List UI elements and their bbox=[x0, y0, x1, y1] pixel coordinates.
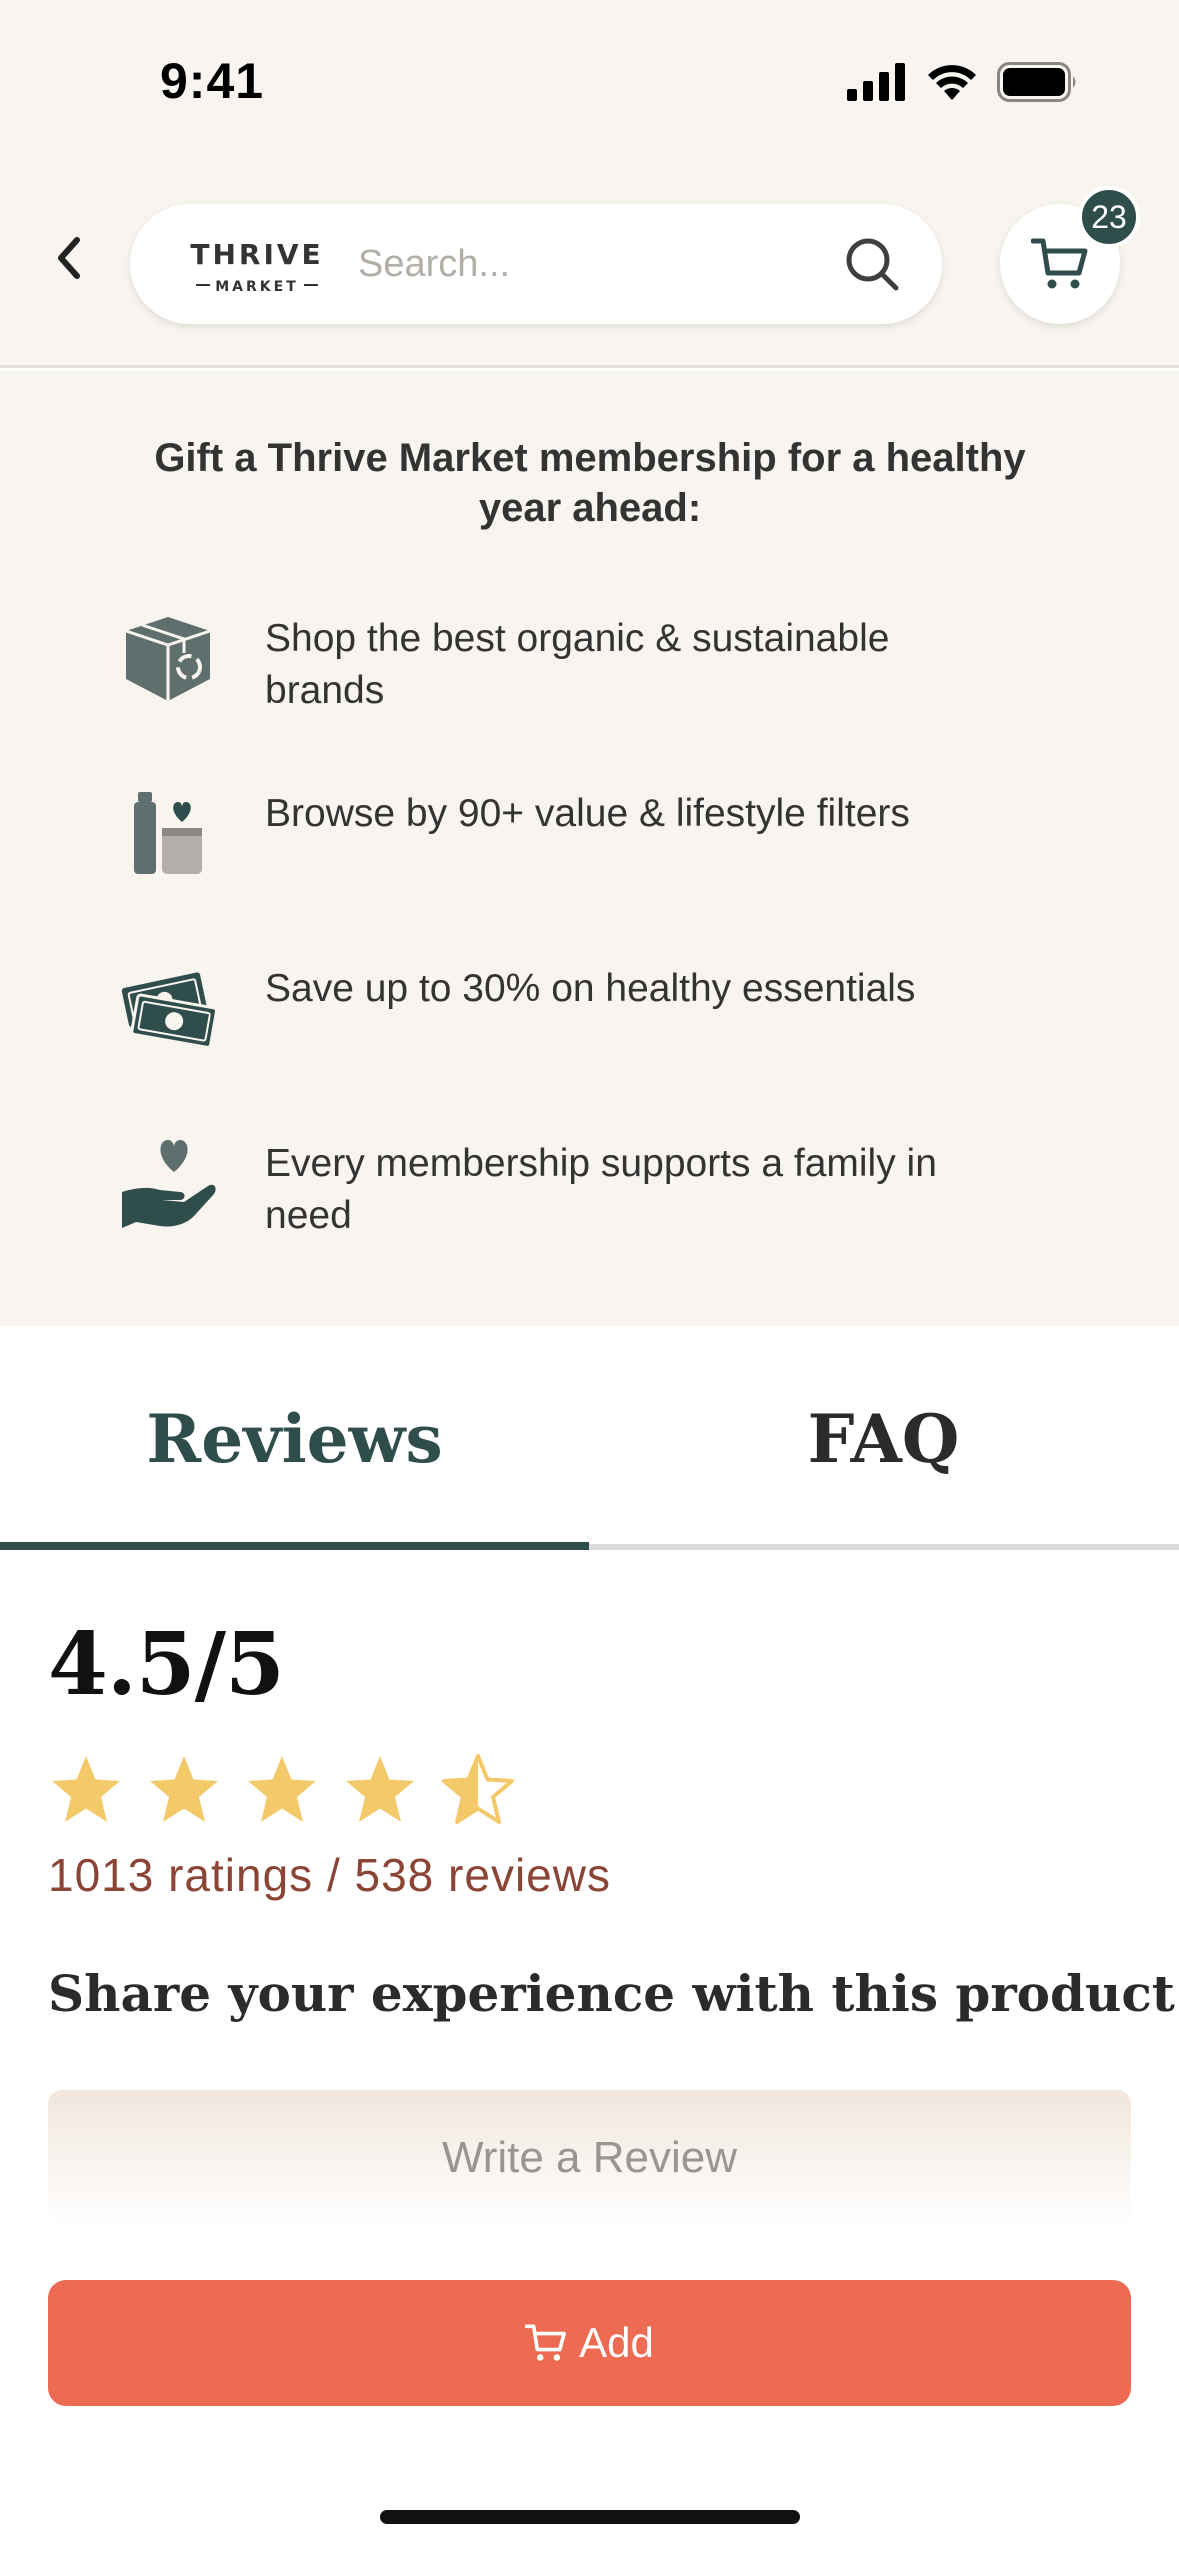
cart-count-badge: 23 bbox=[1078, 186, 1140, 248]
search-icon[interactable] bbox=[842, 234, 902, 294]
active-tab-indicator bbox=[0, 1542, 589, 1550]
money-icon bbox=[121, 972, 218, 1049]
gift-title: Gift a Thrive Market membership for a he… bbox=[154, 436, 1026, 530]
status-bar: 9:41 bbox=[0, 0, 1179, 150]
share-experience-heading: Share your experience with this product bbox=[48, 1964, 1175, 2023]
signal-icon bbox=[847, 63, 905, 101]
search-input[interactable] bbox=[358, 234, 798, 294]
status-time: 9:41 bbox=[160, 53, 265, 109]
chevron-left-icon bbox=[58, 237, 80, 279]
benefit-text: Browse by 90+ value & lifestyle filters bbox=[265, 792, 910, 835]
star-half-icon bbox=[442, 1754, 514, 1824]
filters-icon bbox=[134, 792, 202, 874]
benefit-text: Every membership supports a family in ne… bbox=[265, 1142, 937, 1237]
star-full-icon bbox=[248, 1756, 316, 1822]
heart-hand-icon bbox=[122, 1140, 216, 1228]
benefit-text: Shop the best organic & sustainable bran… bbox=[265, 617, 890, 712]
benefit-item: Save up to 30% on healthy essentials bbox=[118, 957, 1018, 1077]
rating-score: 4.5/5 bbox=[48, 1614, 285, 1715]
box-icon bbox=[125, 617, 211, 701]
rating-counts[interactable]: 1013 ratings / 538 reviews bbox=[48, 1848, 611, 1902]
tab-bar: Reviews FAQ bbox=[0, 1326, 1179, 1552]
wifi-icon bbox=[928, 65, 976, 100]
benefit-item: Every membership supports a family in ne… bbox=[118, 1132, 1018, 1252]
star-full-icon bbox=[52, 1756, 120, 1822]
star-rating bbox=[48, 1752, 516, 1828]
star-full-icon bbox=[346, 1756, 414, 1822]
logo-wordmark: THRIVE bbox=[190, 238, 323, 271]
cart-icon bbox=[1031, 238, 1088, 289]
battery-icon bbox=[997, 62, 1076, 102]
tab-reviews[interactable]: Reviews bbox=[0, 1326, 589, 1552]
benefit-text: Save up to 30% on healthy essentials bbox=[265, 967, 916, 1010]
write-review-button[interactable]: Write a Review bbox=[48, 2090, 1131, 2226]
star-full-icon bbox=[150, 1756, 218, 1822]
thrive-market-logo: THRIVE MARKET bbox=[190, 238, 323, 295]
cart-icon bbox=[525, 2324, 567, 2361]
add-to-cart-button[interactable]: Add bbox=[48, 2280, 1131, 2406]
benefit-item: Shop the best organic & sustainable bran… bbox=[118, 607, 1018, 727]
logo-subtext: MARKET bbox=[215, 279, 299, 295]
status-icons bbox=[847, 62, 1079, 102]
add-button-label: Add bbox=[579, 2319, 654, 2366]
back-button[interactable] bbox=[40, 230, 96, 286]
search-bar[interactable]: THRIVE MARKET bbox=[130, 204, 942, 324]
tab-faq[interactable]: FAQ bbox=[589, 1326, 1178, 1552]
home-indicator[interactable] bbox=[380, 2510, 800, 2524]
benefit-item: Browse by 90+ value & lifestyle filters bbox=[118, 782, 1018, 902]
gift-membership-section: Gift a Thrive Market membership for a he… bbox=[0, 371, 1179, 1326]
header: THRIVE MARKET 23 bbox=[0, 150, 1179, 368]
